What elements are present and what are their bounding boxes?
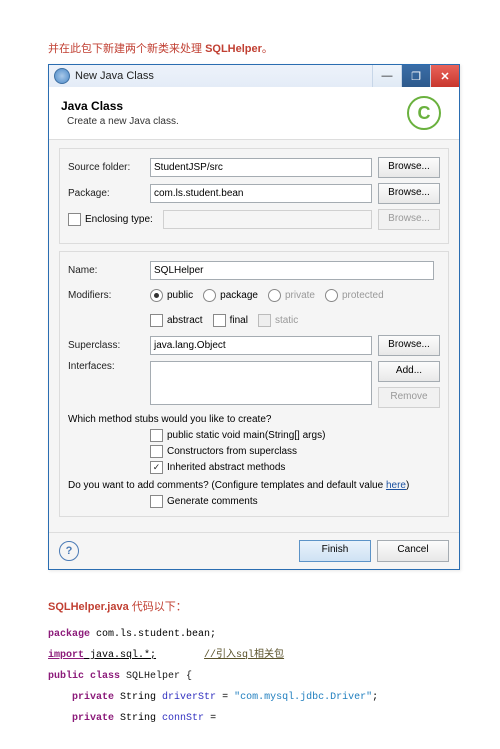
inherit-checkbox[interactable]: [150, 461, 163, 474]
abstract-checkbox[interactable]: [150, 314, 163, 327]
name-input[interactable]: SQLHelper: [150, 261, 434, 280]
source-folder-input[interactable]: StudentJSP/src: [150, 158, 372, 177]
code-block: package com.ls.student.bean; import java…: [48, 624, 472, 729]
help-icon[interactable]: ?: [59, 541, 79, 561]
code-heading: SQLHelper.java 代码以下：: [48, 598, 472, 614]
intro-text: 并在此包下新建两个新类来处理 SQLHelper。: [48, 40, 472, 56]
main-checkbox[interactable]: [150, 429, 163, 442]
package-label: Package:: [68, 188, 150, 199]
maximize-button[interactable]: ❐: [401, 65, 430, 87]
name-label: Name:: [68, 265, 150, 276]
browse-source-button[interactable]: Browse...: [378, 157, 440, 178]
dialog-header: Java Class Create a new Java class. C: [49, 87, 459, 140]
package-radio[interactable]: [203, 289, 216, 302]
minimize-button[interactable]: —: [372, 65, 401, 87]
superclass-label: Superclass:: [68, 340, 150, 351]
private-radio: [268, 289, 281, 302]
interfaces-label: Interfaces:: [68, 361, 150, 372]
location-group: Source folder: StudentJSP/src Browse... …: [59, 148, 449, 244]
modifiers-label: Modifiers:: [68, 290, 150, 301]
app-icon: [54, 68, 70, 84]
here-link[interactable]: here: [386, 480, 406, 491]
add-interface-button[interactable]: Add...: [378, 361, 440, 382]
ctor-checkbox[interactable]: [150, 445, 163, 458]
remove-interface-button: Remove: [378, 387, 440, 408]
finish-button[interactable]: Finish: [299, 540, 371, 562]
close-button[interactable]: ✕: [430, 65, 459, 87]
protected-radio: [325, 289, 338, 302]
superclass-input[interactable]: java.lang.Object: [150, 336, 372, 355]
header-title: Java Class: [61, 99, 407, 113]
static-checkbox: [258, 314, 271, 327]
new-class-dialog: New Java Class — ❐ ✕ Java Class Create a…: [48, 64, 460, 570]
source-folder-label: Source folder:: [68, 162, 150, 173]
enclosing-input: [163, 210, 372, 229]
stubs-question: Which method stubs would you like to cre…: [68, 414, 440, 425]
definition-group: Name: SQLHelper Modifiers: public packag…: [59, 251, 449, 517]
cancel-button[interactable]: Cancel: [377, 540, 449, 562]
gen-comments-checkbox[interactable]: [150, 495, 163, 508]
browse-enclosing-button: Browse...: [378, 209, 440, 230]
comments-question: Do you want to add comments? (Configure …: [68, 480, 440, 491]
package-input[interactable]: com.ls.student.bean: [150, 184, 372, 203]
header-subtitle: Create a new Java class.: [67, 116, 407, 127]
interfaces-list[interactable]: [150, 361, 372, 405]
public-radio[interactable]: [150, 289, 163, 302]
titlebar: New Java Class — ❐ ✕: [49, 65, 459, 87]
enclosing-checkbox[interactable]: [68, 213, 81, 226]
browse-package-button[interactable]: Browse...: [378, 183, 440, 204]
window-title: New Java Class: [75, 70, 372, 82]
class-icon: C: [407, 96, 441, 130]
final-checkbox[interactable]: [213, 314, 226, 327]
browse-superclass-button[interactable]: Browse...: [378, 335, 440, 356]
dialog-footer: ? Finish Cancel: [49, 532, 459, 569]
enclosing-label: Enclosing type:: [85, 214, 153, 225]
